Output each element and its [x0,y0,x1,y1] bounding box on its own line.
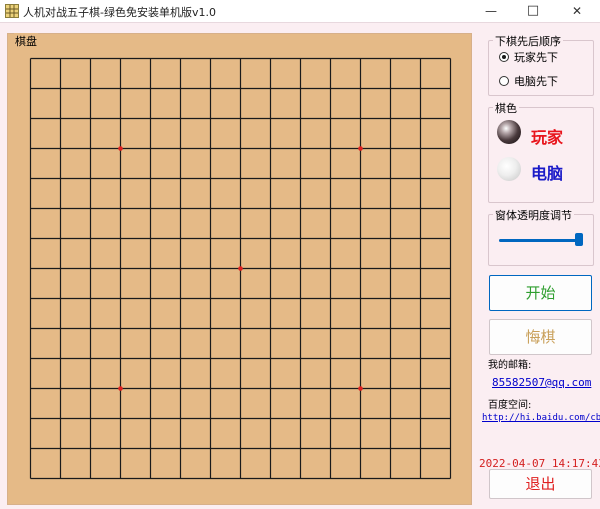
radio-computer-first-label: 电脑先下 [514,75,558,88]
star-point [238,266,243,271]
computer-color-label: 电脑 [531,164,564,183]
quit-button[interactable]: 退出 [489,469,592,499]
email-label: 我的邮箱: [488,360,532,371]
window-title: 人机对战五子棋-绿色免安装单机版v1.0 [23,6,216,19]
minimize-button[interactable]: — [470,0,512,22]
opacity-slider-thumb[interactable] [574,233,583,246]
radio-player-first-indicator[interactable] [499,52,509,62]
black-stone-icon [497,120,521,144]
color-panel: 棋色 玩家 电脑 [488,100,594,203]
title-bar: 人机对战五子棋-绿色免安装单机版v1.0 — □ ✕ [0,0,600,23]
opacity-slider[interactable] [499,233,583,246]
radio-player-first[interactable]: 玩家先下 [499,50,558,64]
radio-player-first-label: 玩家先下 [514,51,558,64]
start-button[interactable]: 开始 [489,275,592,311]
email-link[interactable]: 85582507@qq.com [492,376,591,389]
app-icon [5,4,19,18]
board-caption: 棋盘 [14,33,38,49]
maximize-button[interactable]: □ [512,0,554,22]
star-point [118,386,123,391]
board-group: 棋盘 [7,33,472,505]
opacity-slider-fill [499,239,579,242]
opacity-panel: 窗体透明度调节 [488,207,594,266]
star-point [118,146,123,151]
radio-computer-first-indicator[interactable] [499,76,509,86]
order-caption: 下棋先后顺序 [493,33,563,49]
close-button[interactable]: ✕ [556,0,598,22]
color-caption: 棋色 [493,100,519,116]
order-panel: 下棋先后顺序 玩家先下 电脑先下 [488,33,594,96]
opacity-caption: 窗体透明度调节 [493,207,574,223]
star-point [358,146,363,151]
star-point [358,386,363,391]
space-link[interactable]: http://hi.baidu.com/cbf6 [482,413,600,423]
player-color-label: 玩家 [531,128,564,147]
white-stone-icon [497,157,521,181]
space-label: 百度空间: [488,400,532,411]
go-board[interactable] [8,34,471,504]
radio-computer-first[interactable]: 电脑先下 [499,74,558,88]
undo-button[interactable]: 悔棋 [489,319,592,355]
